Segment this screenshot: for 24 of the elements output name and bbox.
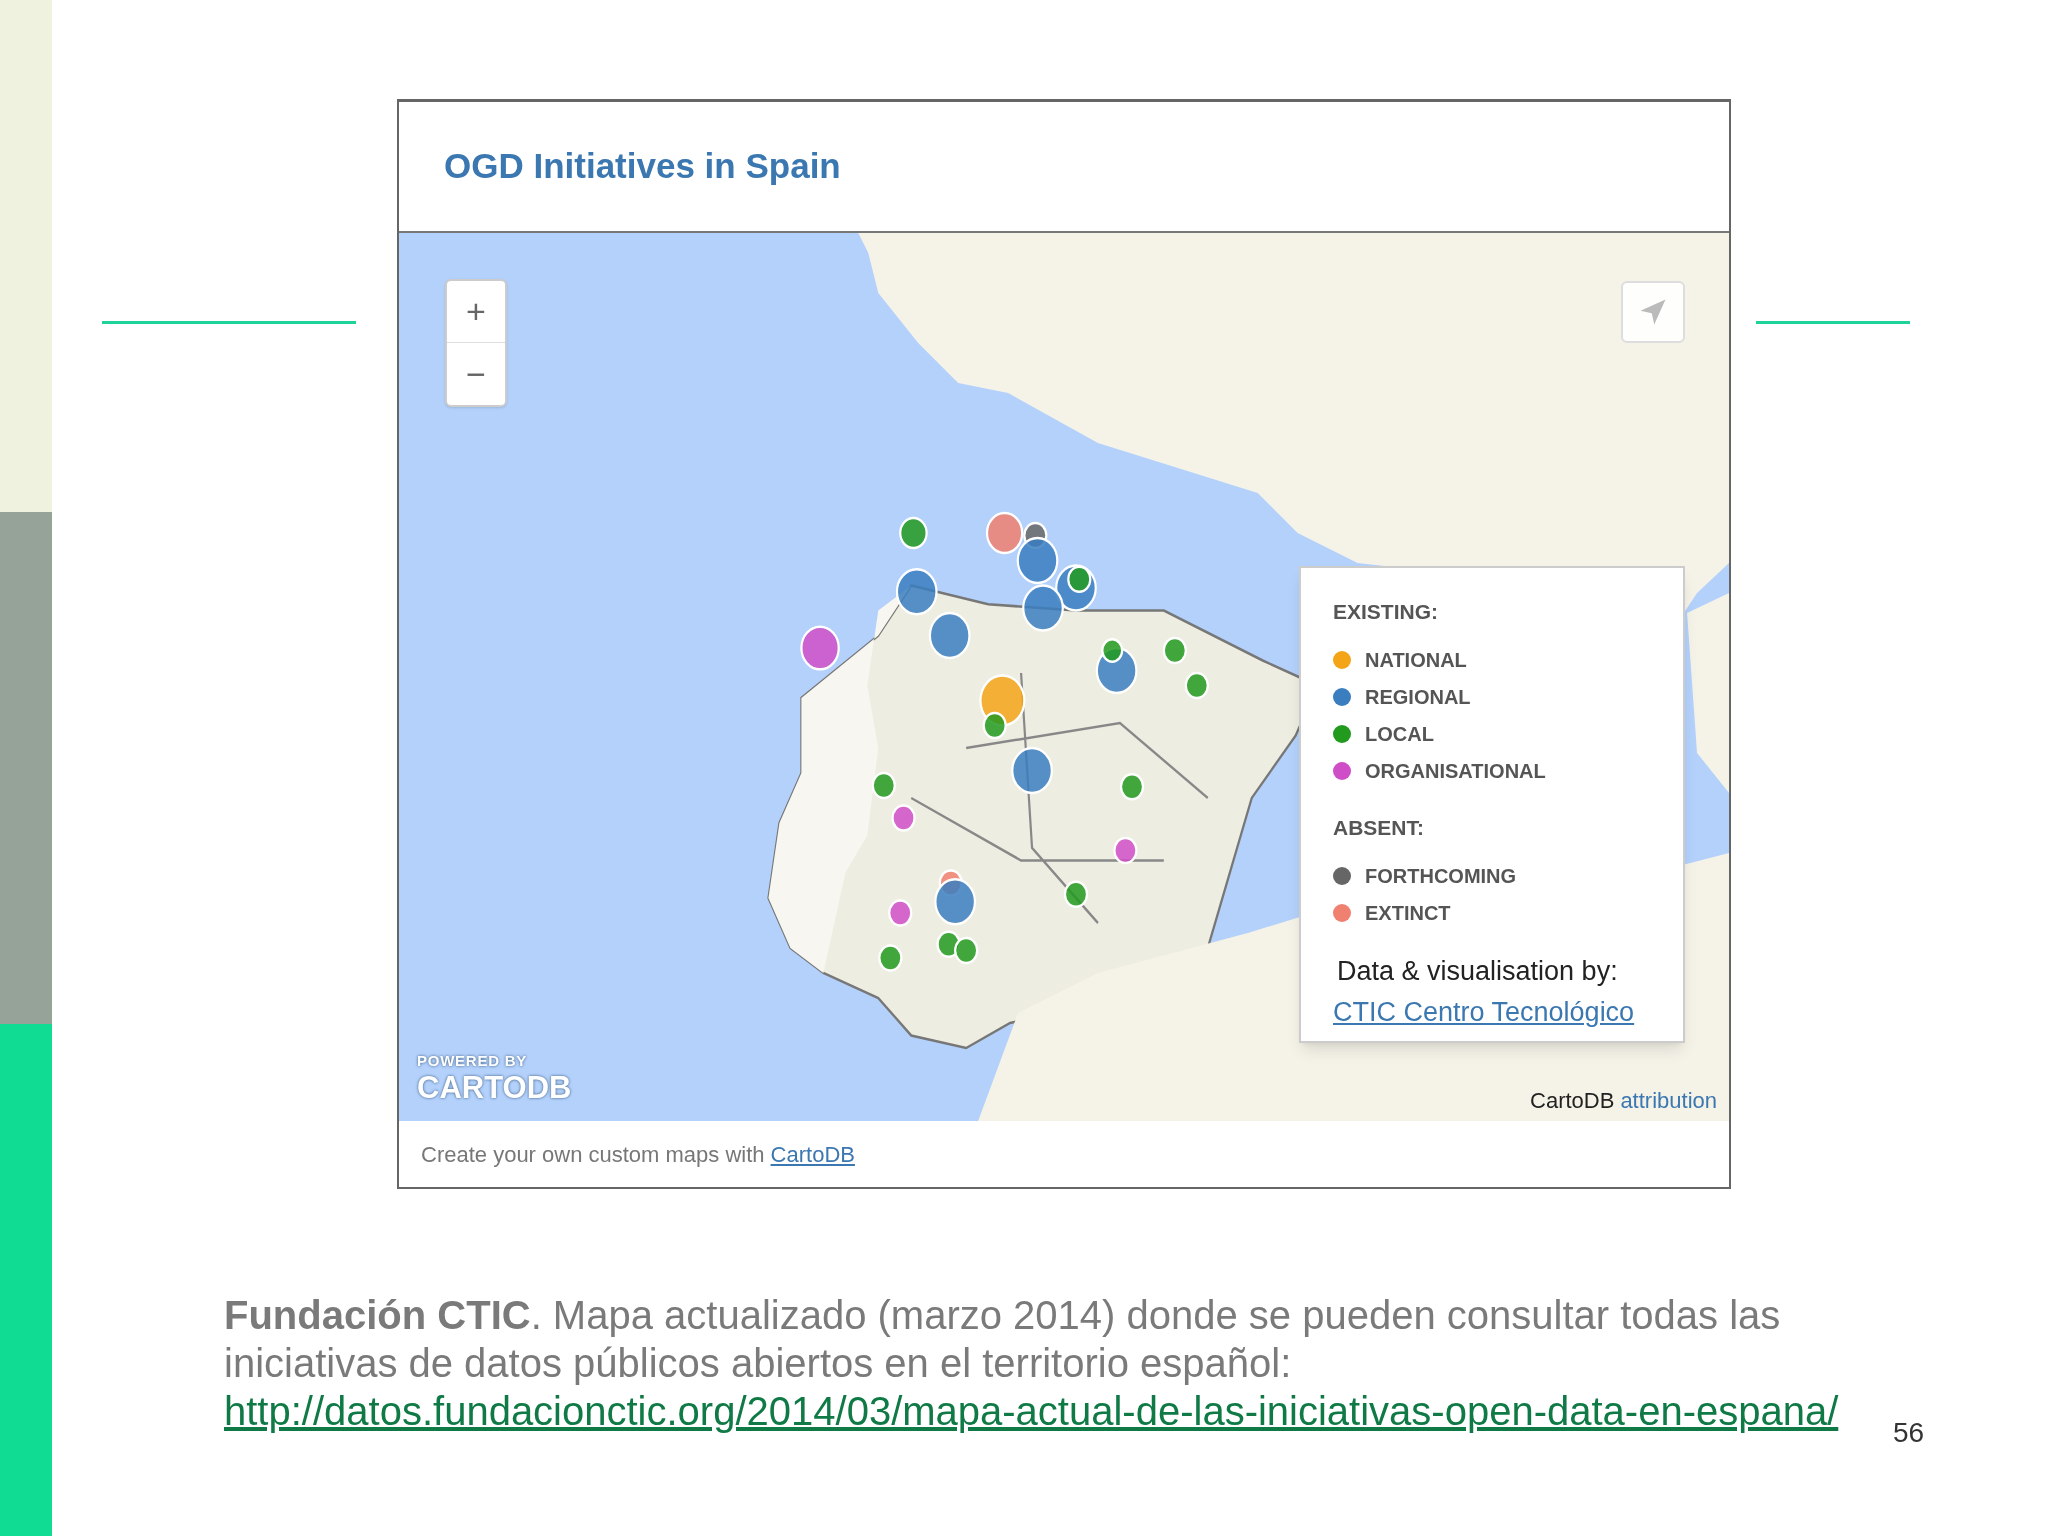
source-link[interactable]: http://datos.fundacionctic.org/2014/03/mapa-actual-de-las-iniciativas-open-data-en-espana/: [224, 1387, 1839, 1435]
locate-button[interactable]: [1621, 281, 1685, 343]
legend-label: LOCAL: [1365, 722, 1434, 747]
legend-heading: EXISTING:: [1333, 599, 1439, 625]
legend-label: EXTINCT: [1365, 900, 1451, 926]
legend-label: FORTHCOMING: [1365, 863, 1517, 889]
legend-heading: ABSENT:: [1333, 814, 1425, 841]
zoom-in-button[interactable]: +: [447, 281, 505, 343]
credit-text: Data & visualisation by:: [1337, 955, 1619, 988]
legend-label: REGIONAL: [1365, 685, 1471, 710]
attribution-link[interactable]: attribution: [1620, 1084, 1717, 1117]
watermark-logo: CARTODB: [417, 1072, 572, 1103]
map-title: OGD Initiatives in Spain: [444, 145, 841, 188]
legend-label: ORGANISATIONAL: [1365, 759, 1546, 784]
credit-link[interactable]: CTIC Centro Tecnológico: [1333, 991, 1683, 1032]
footer-link[interactable]: CartoDB: [770, 1137, 855, 1171]
footer-text: Create your own custom maps with: [421, 1140, 765, 1169]
watermark-caption: POWERED BY: [417, 1050, 528, 1071]
attribution-text: CartoDB: [1530, 1087, 1615, 1115]
zoom-out-button[interactable]: −: [447, 343, 505, 405]
page-number: 56: [1893, 1416, 1925, 1450]
legend-label: NATIONAL: [1365, 648, 1467, 673]
paper-plane-icon: [1638, 297, 1668, 327]
caption-text: Fundación CTIC. Mapa actualizado (marzo 2014) donde se pueden consultar todas las iniciativas de datos públicos abiertos en el territorio español:: [224, 1292, 1782, 1387]
